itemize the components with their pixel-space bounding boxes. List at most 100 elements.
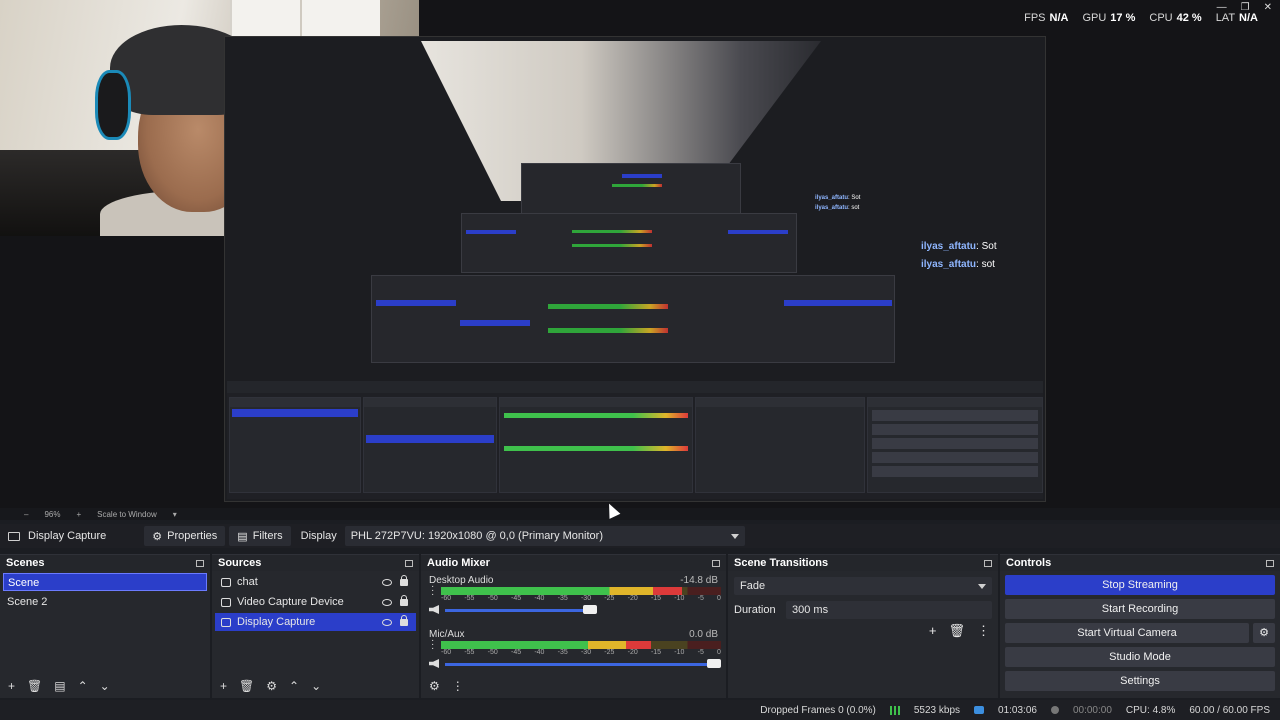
- trash-icon[interactable]: 🗑: [948, 623, 965, 639]
- chat-line: ilyas_aftatu: sot: [921, 259, 995, 270]
- undock-icon[interactable]: [984, 559, 992, 567]
- camera-icon: [221, 597, 231, 607]
- channel-name: Desktop Audio: [429, 575, 494, 586]
- audio-mixer-title: Audio Mixer: [427, 557, 490, 569]
- source-toolbar: Display Capture ⚙ Properties ▤ Filters D…: [0, 524, 1280, 548]
- scenes-title: Scenes: [6, 557, 45, 569]
- volume-slider[interactable]: [445, 663, 721, 666]
- zoom-fit[interactable]: Scale to Window: [97, 510, 157, 519]
- kebab-icon[interactable]: ⋮: [977, 623, 990, 639]
- zoom-dropdown-icon[interactable]: ▾: [173, 510, 177, 519]
- trash-icon[interactable]: 🗑: [27, 679, 42, 693]
- volume-meter: [441, 641, 721, 649]
- lock-icon[interactable]: [400, 574, 408, 586]
- status-bar: Dropped Frames 0 (0.0%) 5523 kbps 01:03:…: [0, 700, 1280, 720]
- monitor-icon: [8, 531, 20, 541]
- close-icon[interactable]: ✕: [1264, 2, 1272, 13]
- filters-button[interactable]: ▤ Filters: [229, 526, 291, 546]
- speaker-icon[interactable]: [429, 605, 439, 614]
- add-icon[interactable]: +: [929, 623, 937, 639]
- mixer-settings-icon[interactable]: ⚙: [429, 679, 440, 693]
- eye-icon[interactable]: [382, 618, 392, 626]
- filter-icon: ▤: [237, 530, 248, 543]
- kebab-icon[interactable]: ⋮: [452, 679, 464, 693]
- meter-tick-label: -55: [464, 649, 475, 656]
- transition-select[interactable]: Fade: [734, 577, 992, 595]
- undock-icon[interactable]: [405, 559, 413, 567]
- zoom-in-icon[interactable]: +: [76, 510, 81, 519]
- settings-button[interactable]: Settings: [1005, 671, 1275, 691]
- undock-icon[interactable]: [1266, 559, 1274, 567]
- nested-chat-line: ilyas_aftatu: sot: [815, 205, 860, 211]
- meter-tick-label: -35: [557, 649, 568, 656]
- cpu-usage: CPU: 4.8%: [1125, 704, 1176, 716]
- volume-slider[interactable]: [445, 609, 597, 612]
- eye-icon[interactable]: [382, 578, 392, 586]
- gear-icon: ⚙: [152, 530, 163, 543]
- hud-gpu: GPU 17 %: [1082, 12, 1136, 24]
- gear-icon[interactable]: ⚙: [266, 679, 277, 693]
- start-recording-button[interactable]: Start Recording: [1005, 599, 1275, 619]
- preview-canvas[interactable]: — ❐ ✕ FPSN/A GPU17 % CPU42 % LATN/A: [0, 0, 1280, 508]
- nested-obs-mini: [371, 275, 895, 363]
- kebab-icon[interactable]: · · ·: [431, 582, 434, 600]
- bitrate: 5523 kbps: [913, 704, 961, 716]
- lock-icon[interactable]: [400, 594, 408, 606]
- channel-name: Mic/Aux: [429, 629, 465, 640]
- dropped-frames: Dropped Frames 0 (0.0%): [760, 704, 876, 716]
- meter-ticks: -60 -55 -50 -45 -40 -35 -30 -25 -20 -15 -10 -5 0: [441, 595, 721, 602]
- add-icon[interactable]: +: [220, 679, 227, 693]
- nested-chat-line: ilyas_aftatu: Sot: [815, 195, 861, 201]
- source-item[interactable]: Display Capture: [215, 613, 416, 631]
- controls-dock: Controls Stop Streaming Start Recording …: [1000, 554, 1280, 698]
- arrow-down-icon[interactable]: ⌄: [100, 679, 110, 693]
- chevron-down-icon: [978, 583, 986, 589]
- record-time: 00:00:00: [1072, 704, 1112, 716]
- hud-fps: FPS N/A: [1024, 12, 1069, 24]
- speaker-icon[interactable]: [429, 659, 439, 668]
- trash-icon[interactable]: 🗑: [239, 679, 254, 693]
- stream-time: 01:03:06: [998, 704, 1037, 716]
- add-icon[interactable]: +: [8, 679, 15, 693]
- start-virtual-camera-button[interactable]: Start Virtual Camera: [1005, 623, 1249, 643]
- volume-slider-handle[interactable]: [707, 659, 721, 668]
- stop-streaming-button[interactable]: Stop Streaming: [1005, 575, 1275, 595]
- meter-tick-label: -5: [697, 595, 704, 602]
- transitions-title: Scene Transitions: [734, 557, 829, 569]
- arrow-up-icon[interactable]: ⌃: [78, 679, 88, 693]
- mixer-channel: Mic/Aux 0.0 dB · · · -60 -55 -50 -45 -40 -35 -30…: [427, 627, 721, 679]
- channel-db: -14.8 dB: [680, 575, 718, 586]
- scene-item[interactable]: Scene 2: [3, 593, 207, 611]
- source-item[interactable]: Video Capture Device: [215, 593, 416, 611]
- arrow-down-icon[interactable]: ⌄: [311, 679, 321, 693]
- display-select[interactable]: PHL 272P7VU: 1920x1080 @ 0,0 (Primary Mo…: [344, 526, 745, 546]
- audio-mixer-dock: Audio Mixer Desktop Audio -14.8 dB · · · -…: [421, 554, 726, 698]
- arrow-up-icon[interactable]: ⌃: [289, 679, 299, 693]
- lock-icon[interactable]: [400, 614, 408, 626]
- undock-icon[interactable]: [712, 559, 720, 567]
- meter-tick-label: -10: [674, 649, 685, 656]
- scene-item[interactable]: Scene: [3, 573, 207, 591]
- eye-icon[interactable]: [382, 598, 392, 606]
- live-icon: [974, 706, 985, 714]
- source-item[interactable]: chat: [215, 573, 416, 591]
- kebab-icon[interactable]: · · ·: [431, 636, 434, 654]
- volume-slider-handle[interactable]: [582, 605, 597, 614]
- undock-icon[interactable]: [196, 559, 204, 567]
- meter-tick-label: -25: [604, 595, 615, 602]
- studio-mode-button[interactable]: Studio Mode: [1005, 647, 1275, 667]
- meter-tick-label: -60: [441, 649, 452, 656]
- virtual-camera-settings-icon[interactable]: ⚙: [1253, 623, 1275, 643]
- meter-tick-label: -10: [674, 595, 685, 602]
- meter-tick-label: -45: [510, 595, 522, 602]
- performance-hud: FPS N/A GPU 17 % CPU 42 % LAT N/A: [1024, 12, 1258, 24]
- meter-ticks: -60 -55 -50 -45 -40 -35 -30 -25 -20 -15 -10 -5 0: [441, 649, 721, 656]
- duration-input[interactable]: 300 ms: [786, 601, 992, 619]
- meter-tick-label: 0: [717, 595, 721, 602]
- zoom-level: 96%: [44, 509, 61, 519]
- scene-filters-icon[interactable]: ▤: [54, 679, 65, 693]
- controls-title: Controls: [1006, 557, 1052, 569]
- properties-button[interactable]: ⚙ Properties: [144, 526, 226, 546]
- zoom-out-icon[interactable]: –: [24, 510, 28, 519]
- scenes-dock: Scenes Scene Scene 2 + 🗑 ▤ ⌃ ⌄: [0, 554, 210, 698]
